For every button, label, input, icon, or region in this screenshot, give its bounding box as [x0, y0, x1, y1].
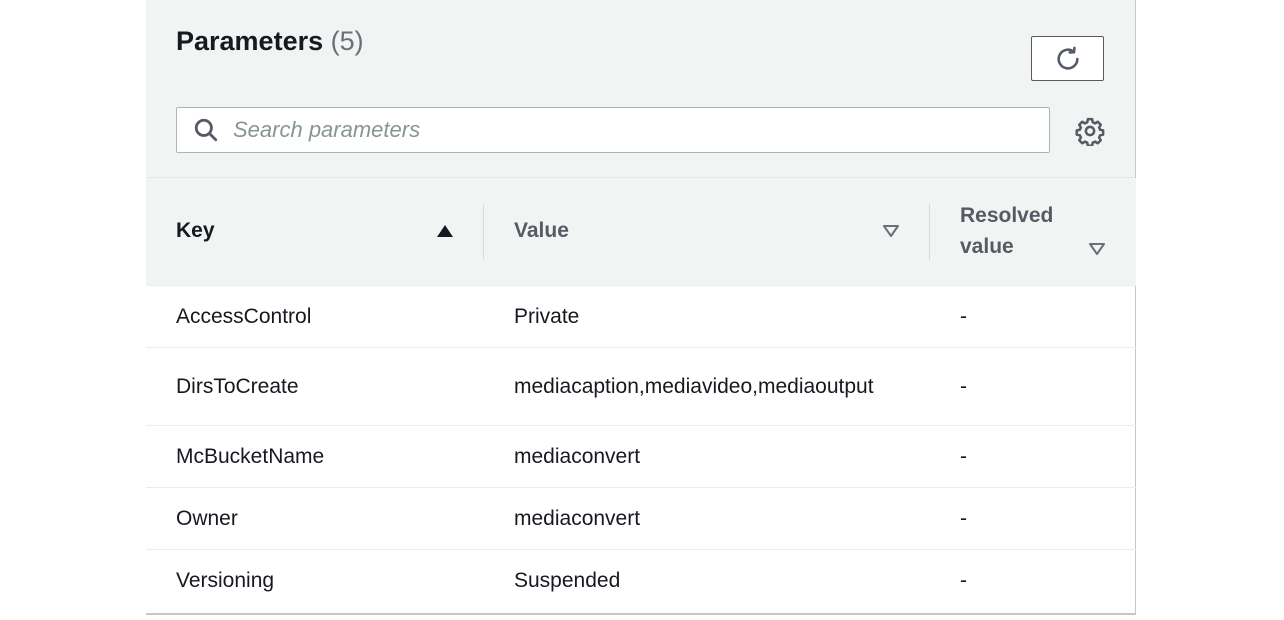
table-row: McBucketName mediaconvert - — [146, 425, 1136, 487]
column-label-value: Value — [514, 219, 569, 243]
cell-value: Suspended — [514, 568, 621, 592]
search-input[interactable] — [231, 109, 1049, 151]
column-header-value[interactable]: Value — [484, 178, 930, 285]
cell-value: mediacaption,mediavideo,mediaoutput — [514, 374, 874, 398]
panel-header: Parameters (5) — [146, 0, 1135, 178]
column-header-key[interactable]: Key — [146, 178, 484, 285]
column-label-resolved-value: Resolved value — [960, 200, 1053, 262]
search-icon — [193, 117, 219, 143]
cell-key: Owner — [176, 506, 238, 530]
column-label-resolved-line2: value — [960, 235, 1014, 259]
cell-resolved-value: - — [960, 506, 967, 530]
search-field[interactable] — [176, 107, 1050, 153]
gear-icon[interactable] — [1075, 116, 1105, 146]
cell-value: Private — [514, 304, 580, 328]
sort-descending-icon — [882, 224, 900, 238]
cell-key: McBucketName — [176, 444, 325, 468]
column-label-resolved-line1: Resolved — [960, 204, 1054, 228]
refresh-icon — [1054, 45, 1082, 73]
cell-value: mediaconvert — [514, 444, 641, 468]
cell-resolved-value: - — [960, 304, 967, 328]
parameters-table: Key Value Resolved value AccessControl P… — [146, 178, 1136, 611]
table-row: Owner mediaconvert - — [146, 487, 1136, 549]
parameter-count: (5) — [330, 26, 364, 56]
table-row: Versioning Suspended - — [146, 549, 1136, 611]
cell-resolved-value: - — [960, 374, 967, 398]
sort-descending-icon — [1088, 242, 1106, 256]
title-text: Parameters — [176, 26, 324, 56]
cell-resolved-value: - — [960, 444, 967, 468]
refresh-button[interactable] — [1031, 36, 1104, 81]
cell-resolved-value: - — [960, 568, 967, 592]
column-header-resolved-value[interactable]: Resolved value — [930, 178, 1136, 285]
column-label-key: Key — [176, 219, 215, 243]
table-row: DirsToCreate mediacaption,mediavideo,med… — [146, 347, 1136, 425]
cell-key: DirsToCreate — [176, 374, 299, 398]
cell-key: AccessControl — [176, 304, 312, 328]
table-row: AccessControl Private - — [146, 285, 1136, 347]
parameters-panel: Parameters (5) Search parameters Key Val… — [146, 0, 1136, 615]
cell-key: Versioning — [176, 568, 275, 592]
sort-ascending-icon — [436, 224, 454, 238]
cell-value: mediaconvert — [514, 506, 641, 530]
table-header-row: Key Value Resolved value — [146, 178, 1136, 285]
page-title: Parameters (5) — [176, 26, 364, 57]
